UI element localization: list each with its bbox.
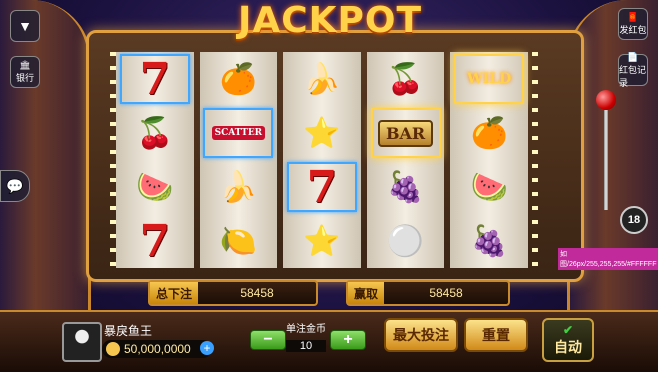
lever-rod (604, 110, 608, 210)
symbol-orange: 🍊 (219, 62, 258, 96)
reel-3: 🍌 ⭐ 7 ⭐ (283, 52, 361, 268)
red-record-button[interactable]: 📄 红包记录 (618, 51, 648, 88)
send-red-packet-button[interactable]: 🧧 发红包 (618, 8, 648, 40)
plus-icon: + (203, 341, 211, 355)
document-icon: 📄 (627, 51, 639, 62)
chat-button[interactable]: 💬 (0, 170, 30, 202)
symbol-star: ⭐ (303, 224, 341, 258)
add-coins-button[interactable]: + (200, 341, 214, 355)
player-name: 暴戾鱼王 (104, 324, 153, 338)
total-bet-bar: 总下注 58458 (148, 280, 318, 306)
menu-dropdown-button[interactable]: ▼ (10, 10, 40, 42)
coin-balance: 50,000,0000 (102, 340, 212, 358)
chevron-down-icon: ▼ (18, 18, 32, 34)
plus-icon: + (343, 331, 353, 348)
symbol-orange: 🍊 (470, 116, 508, 150)
symbol-bar: BAR (370, 108, 441, 158)
minus-icon: − (263, 331, 273, 348)
lever[interactable] (596, 90, 616, 210)
increase-bet-button[interactable]: + (330, 330, 366, 350)
symbol-seven: 7 (286, 162, 357, 213)
reel-4: 🍒 BAR 🍇 ⚪ (366, 52, 445, 268)
symbol-seven: 7 (119, 54, 190, 105)
lever-number: 18 (627, 214, 641, 226)
unit-bet-value: 10 (286, 340, 326, 352)
reels: 7 🍒 🍉 7 🍊 SCATTER 🍌 🍋 🍌 ⭐ 7 ⭐ 🍒 BAR 🍇 ⚪ … (116, 52, 528, 268)
auto-button[interactable]: ✔ 自动 (542, 318, 594, 362)
debug-tag: 如图/26px/255,255,255/#FFFFFF (558, 248, 658, 270)
reel-5: WILD 🍊 🍉 🍇 (450, 52, 528, 268)
win-bar: 赢取 58458 (346, 280, 510, 306)
auto-label: 自动 (554, 339, 582, 355)
bank-button[interactable]: 🏛 银行 (10, 56, 40, 88)
decrease-bet-button[interactable]: − (250, 330, 286, 350)
send-red-label: 发红包 (619, 25, 647, 35)
symbol-wild: WILD (454, 54, 525, 104)
reel-1: 7 🍒 🍉 7 (116, 52, 194, 268)
avatar[interactable] (62, 322, 102, 362)
jackpot-title: JACKPOT (237, 0, 423, 41)
coin-icon (106, 342, 120, 356)
symbol-ball: ⚪ (386, 224, 425, 258)
check-icon: ✔ (562, 323, 574, 337)
symbol-cherry: 🍒 (136, 116, 174, 150)
total-bet-value: 58458 (240, 286, 274, 300)
max-bet-button[interactable]: 最大投注 (384, 318, 458, 352)
win-label: 赢取 (348, 282, 385, 304)
symbol-seven: 7 (139, 215, 171, 267)
symbol-watermelon: 🍉 (470, 170, 508, 204)
symbol-watermelon: 🍉 (136, 170, 174, 204)
bank-label: 银行 (15, 73, 34, 83)
red-packet-icon: 🧧 (627, 12, 639, 22)
symbol-grapes: 🍇 (470, 224, 508, 258)
symbol-star: ⭐ (303, 116, 341, 150)
reset-button[interactable]: 重置 (464, 318, 528, 352)
unit-bet-label: 单注金币 (286, 324, 326, 335)
total-bet-label: 总下注 (150, 282, 199, 304)
symbol-cherry: 🍒 (386, 62, 425, 96)
lever-counter: 18 (620, 206, 648, 234)
symbol-grapes: 🍇 (386, 170, 425, 204)
red-record-label: 红包记录 (619, 64, 647, 88)
symbol-banana: 🍌 (219, 170, 258, 204)
lever-knob (596, 90, 616, 110)
reel-2: 🍊 SCATTER 🍌 🍋 (199, 52, 278, 268)
symbol-lemon: 🍋 (219, 224, 258, 258)
bulb-strip (532, 52, 538, 268)
symbol-scatter: SCATTER (203, 108, 274, 158)
chat-icon: 💬 (6, 177, 24, 194)
symbol-banana: 🍌 (303, 62, 341, 96)
win-value: 58458 (429, 286, 463, 300)
coin-value: 50,000,0000 (124, 342, 191, 356)
bank-icon: 🏛 (19, 60, 31, 70)
